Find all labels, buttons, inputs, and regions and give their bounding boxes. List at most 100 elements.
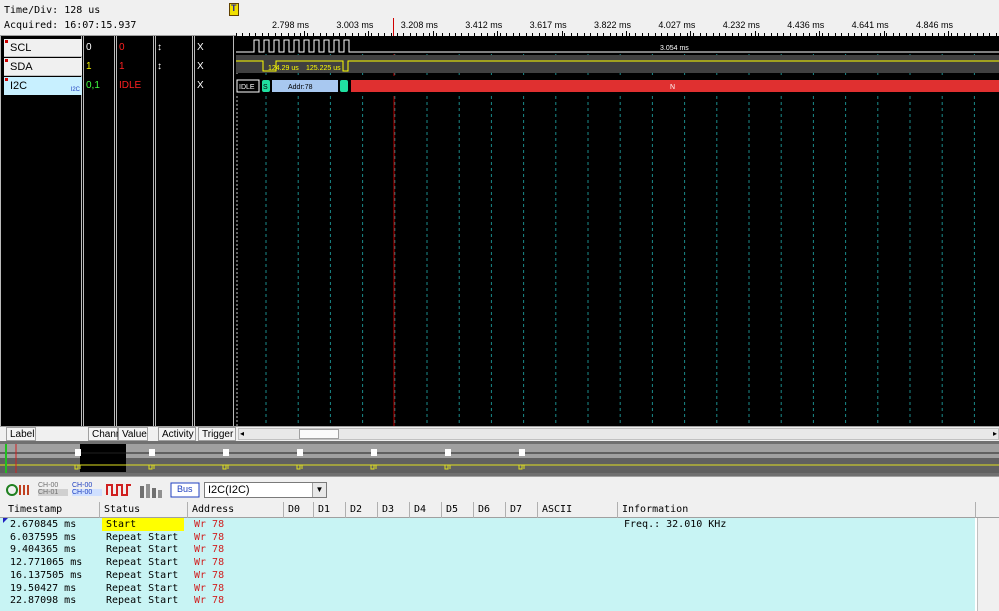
time-ruler[interactable]: 2.798 ms 3.003 ms 3.208 ms 3.412 ms 3.617 ms…: [236, 18, 999, 36]
horizontal-scroll-thumb[interactable]: [299, 429, 339, 439]
waveform-svg: 3.054 ms 124.29 us 125.225 us IDLE S Add…: [236, 36, 999, 426]
table-column-header[interactable]: D1: [314, 502, 346, 518]
value-column-header[interactable]: Value: [118, 427, 148, 441]
table-cell-address: Wr 78: [194, 519, 225, 530]
channel-group-b[interactable]: CH-00 CH-00: [72, 482, 102, 498]
i2c-start-label: S: [263, 84, 268, 91]
table-column-header[interactable]: Information: [618, 502, 976, 518]
table-row[interactable]: 9.404365 ms Repeat Start Wr 78: [0, 543, 975, 556]
sda-trigger[interactable]: X: [197, 58, 204, 76]
waveform-icon[interactable]: [106, 482, 132, 498]
top-bar: Time/Div: 128 us Acquired: 16:07:15.937 …: [0, 0, 999, 36]
table-column-header[interactable]: ASCII: [538, 502, 618, 518]
activity-column: [155, 36, 193, 426]
i2c-badge: I2C: [70, 87, 80, 93]
table-column-header[interactable]: Address: [188, 502, 284, 518]
table-cell-address: Wr 78: [194, 544, 225, 556]
table-column-header[interactable]: D4: [410, 502, 442, 518]
channel-group-a[interactable]: CH-00 CH-01: [38, 482, 68, 498]
ruler-tick-label: 3.822 ms: [594, 20, 632, 30]
bus-button[interactable]: Bus: [170, 482, 200, 498]
table-cell-address: Wr 78: [194, 595, 225, 607]
table-cell-status: Repeat Start: [106, 582, 179, 594]
table-cell-timestamp: 2.670845 ms: [10, 519, 77, 530]
table-cell-address: Wr 78: [194, 531, 225, 543]
bus-label: Bus: [177, 484, 193, 494]
scl-waveform: 3.054 ms: [236, 36, 999, 54]
table-cell-status: Repeat Start: [106, 531, 179, 543]
table-cell-info: Freq.: 32.010 KHz: [624, 519, 727, 530]
table-column-header[interactable]: D5: [442, 502, 474, 518]
sda-value: 1: [119, 61, 125, 72]
table-body[interactable]: 2.670845 ms Start Wr 78 Freq.: 32.010 KHz 6.…: [0, 518, 975, 611]
table-row[interactable]: 22.87098 ms Repeat Start Wr 78: [0, 594, 975, 607]
bar-graph-icon[interactable]: [138, 482, 164, 498]
scl-value: 0: [119, 42, 125, 53]
channel-label-i2c[interactable]: I2C I2C: [4, 77, 82, 95]
trigger-marker[interactable]: T: [229, 3, 239, 16]
ruler-tick-label: 4.027 ms: [658, 20, 696, 30]
table-cell-address: Wr 78: [194, 569, 225, 581]
sda-chann: 1: [86, 61, 92, 72]
trigger-column-header[interactable]: Trigger: [198, 427, 236, 441]
table-cell-timestamp: 12.771065 ms: [10, 557, 83, 569]
horizontal-scrollbar[interactable]: ◂ ▸: [238, 428, 999, 440]
scroll-right-icon[interactable]: ▸: [993, 429, 997, 438]
trigger-marker-label: T: [231, 3, 237, 13]
chevron-down-icon[interactable]: ▼: [312, 483, 326, 497]
overview-marker: [149, 449, 155, 456]
channel-panel: SCL SDA I2C I2C 0 1 0,1 0 1 IDLE ↕ ↕ X X …: [0, 36, 236, 426]
ruler-tick-label: 3.003 ms: [336, 20, 374, 30]
waveform-panel[interactable]: 3.054 ms 124.29 us 125.225 us IDLE S Add…: [236, 36, 999, 426]
table-row[interactable]: 19.50427 ms Repeat Start Wr 78: [0, 582, 975, 595]
table-row[interactable]: 12.771065 ms Repeat Start Wr 78: [0, 556, 975, 569]
table-column-header[interactable]: Timestamp: [4, 502, 100, 518]
table-row[interactable]: 16.137505 ms Repeat Start Wr 78: [0, 569, 975, 582]
table-cell-status: Repeat Start: [106, 569, 179, 581]
i2c-chann: 0,1: [86, 80, 100, 91]
selected-row-marker: [3, 518, 8, 523]
column-header-bar: Label Chann Value Activity Trigger ◂ ▸: [0, 426, 999, 441]
scroll-left-icon[interactable]: ◂: [240, 429, 244, 438]
table-cell-timestamp: 19.50427 ms: [10, 582, 77, 594]
time-div-readout: Time/Div: 128 us: [4, 5, 101, 16]
capture-settings-icon[interactable]: [5, 482, 33, 498]
activity-column-header[interactable]: Activity: [158, 427, 196, 441]
table-cell-timestamp: 9.404365 ms: [10, 544, 77, 556]
table-column-header[interactable]: D0: [284, 502, 314, 518]
protocol-select[interactable]: I2C(I2C) ▼: [204, 482, 327, 498]
ruler-tick-label: 4.436 ms: [787, 20, 825, 30]
i2c-addr-label: Addr:78: [288, 84, 313, 91]
table-cell-address: Wr 78: [194, 557, 225, 569]
table-column-header[interactable]: D7: [506, 502, 538, 518]
chann-column-header[interactable]: Chann: [88, 427, 121, 441]
i2c-value: IDLE: [119, 80, 142, 91]
overview-strip[interactable]: [0, 441, 999, 476]
table-row[interactable]: 6.037595 ms Repeat Start Wr 78: [0, 531, 975, 544]
ruler-tick-label: 4.641 ms: [851, 20, 889, 30]
channel-label-scl[interactable]: SCL: [4, 39, 82, 57]
label-column-header[interactable]: Label: [6, 427, 36, 441]
i2c-trigger[interactable]: X: [197, 77, 204, 95]
table-column-header[interactable]: D6: [474, 502, 506, 518]
i2c-idle-label: IDLE: [239, 84, 255, 91]
vertical-scrollbar[interactable]: [977, 518, 999, 611]
overview-marker: [519, 449, 525, 456]
sda-measure-1: 124.29 us: [268, 65, 299, 72]
sda-activity-icon: ↕: [157, 61, 162, 72]
table-column-header[interactable]: Status: [100, 502, 188, 518]
table-column-header[interactable]: D2: [346, 502, 378, 518]
ruler-tick-label: 3.412 ms: [465, 20, 503, 30]
analyzer-toolbar: CH-00 CH-01 CH-00 CH-00 Bus I2C(I2C) ▼: [0, 476, 999, 502]
scl-duration-label: 3.054 ms: [660, 45, 689, 52]
channel-label-sda[interactable]: SDA: [4, 58, 82, 76]
table-column-header[interactable]: D3: [378, 502, 410, 518]
scl-trigger[interactable]: X: [197, 39, 204, 57]
ruler-tick-label: 4.846 ms: [916, 20, 954, 30]
acquired-readout: Acquired: 16:07:15.937: [4, 20, 137, 31]
i2c-nack-label: N: [670, 84, 675, 91]
table-row[interactable]: 2.670845 ms Start Wr 78 Freq.: 32.010 KHz: [0, 518, 975, 531]
table-cell-address: Wr 78: [194, 582, 225, 594]
i2c-decode-row: IDLE S Addr:78 N: [236, 76, 999, 96]
ruler-tick-label: 4.232 ms: [722, 20, 760, 30]
